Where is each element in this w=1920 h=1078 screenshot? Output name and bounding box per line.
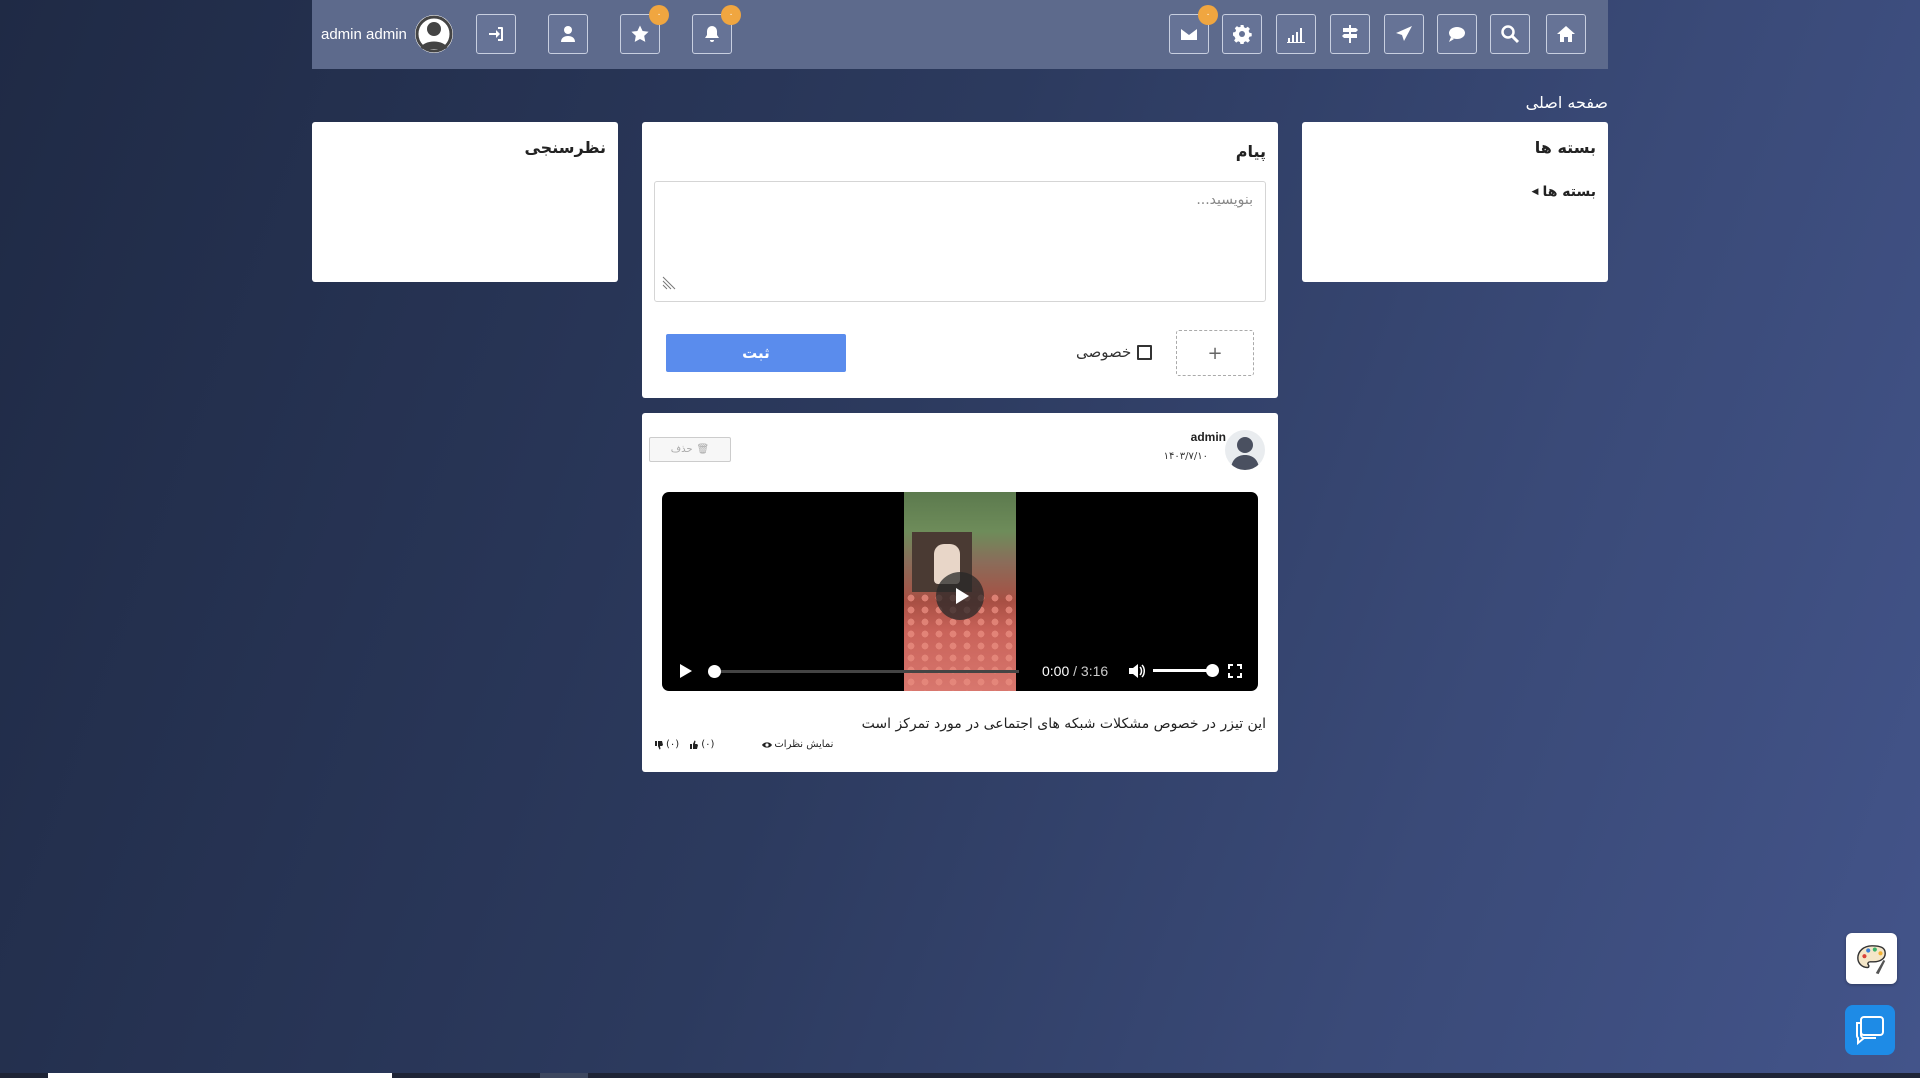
- attach-button[interactable]: +: [1176, 330, 1254, 376]
- home-icon: [1557, 26, 1575, 42]
- fullscreen-icon: [1228, 664, 1242, 678]
- bell-icon: [705, 26, 719, 42]
- chat-icon: [1449, 27, 1465, 42]
- profile-button[interactable]: [548, 14, 588, 54]
- video-time: 0:00 / 3:16: [1042, 663, 1109, 679]
- user-menu[interactable]: admin admin: [321, 14, 453, 54]
- post-actions: (۰) (۰) نمایش نظرات: [654, 739, 833, 750]
- search-button[interactable]: [1490, 14, 1530, 54]
- thumbs-down-icon: [655, 740, 663, 749]
- message-input[interactable]: [654, 181, 1266, 302]
- user-avatar-icon: [414, 15, 453, 53]
- signpost-icon: [1342, 25, 1358, 43]
- video-progress-knob[interactable]: [708, 665, 721, 678]
- video-current-time: 0:00: [1042, 663, 1070, 679]
- star-icon: [631, 25, 649, 42]
- play-icon: [955, 588, 969, 604]
- video-controls: 0:00 / 3:16: [662, 651, 1258, 691]
- caret-left-icon: ◀: [1531, 187, 1539, 197]
- video-duration: 3:16: [1080, 663, 1109, 679]
- favorites-button[interactable]: ۰: [620, 5, 669, 54]
- packages-link-label: بسته ها: [1542, 184, 1596, 200]
- post-author[interactable]: admin: [1191, 430, 1226, 444]
- eye-icon: [762, 741, 773, 748]
- thumbs-up-icon: [690, 740, 699, 749]
- trash-icon: 🗑: [696, 444, 710, 455]
- notifications-button[interactable]: ۰: [692, 5, 741, 54]
- gear-icon: [1233, 25, 1252, 44]
- volume-icon: [1129, 664, 1145, 678]
- video-play-button[interactable]: [678, 663, 694, 679]
- notifications-badge: ۰: [721, 5, 741, 25]
- messages-button[interactable]: ۰: [1169, 5, 1218, 54]
- play-icon: [680, 664, 692, 678]
- volume-button[interactable]: [1127, 662, 1145, 680]
- volume-knob[interactable]: [1206, 664, 1219, 677]
- attach-label: +: [1207, 342, 1223, 364]
- breadcrumb: صفحه اصلی: [1525, 93, 1608, 112]
- show-comments-label: نمایش نظرات: [774, 739, 834, 750]
- like-count: (۰): [701, 739, 715, 750]
- like-button[interactable]: (۰): [689, 739, 714, 750]
- fullscreen-button[interactable]: [1227, 663, 1243, 679]
- resize-grip-icon[interactable]: [662, 276, 676, 290]
- favorites-badge: ۰: [649, 5, 669, 25]
- private-checkbox[interactable]: [1137, 344, 1153, 360]
- settings-button[interactable]: [1222, 14, 1262, 54]
- messages-badge: ۰: [1198, 5, 1218, 25]
- packages-title: بسته ها: [1534, 138, 1596, 157]
- chat-bubble-icon: [1856, 1016, 1884, 1046]
- delete-label: حذف: [670, 444, 693, 455]
- directions-button[interactable]: [1330, 14, 1370, 54]
- post-date: ۱۴۰۳/۷/۱۰: [1163, 451, 1208, 462]
- dislike-count: (۰): [666, 739, 680, 750]
- user-name: admin admin: [321, 25, 407, 43]
- palette-icon: [1856, 944, 1886, 974]
- home-button[interactable]: [1546, 14, 1586, 54]
- login-icon: [489, 27, 503, 41]
- chat-button[interactable]: [1437, 14, 1477, 54]
- submit-button[interactable]: ثبت: [666, 334, 846, 372]
- video-progress-bar[interactable]: [708, 665, 1019, 678]
- user-avatar-icon: [1231, 437, 1259, 470]
- poll-title: نظرسنجی: [524, 138, 606, 157]
- volume-slider[interactable]: [1153, 664, 1219, 677]
- packages-link[interactable]: بسته ها ◀: [1532, 184, 1596, 200]
- taskbar-segment: [48, 1073, 392, 1078]
- stats-icon: [1287, 28, 1305, 43]
- support-chat-button[interactable]: [1845, 1005, 1895, 1055]
- user-icon: [561, 26, 575, 42]
- video-play-overlay-button[interactable]: [936, 572, 984, 620]
- message-title: پیام: [1235, 142, 1266, 161]
- post-avatar[interactable]: [1225, 430, 1265, 470]
- post-text: این تیزر در خصوص مشکلات شبکه های اجتماعی…: [861, 716, 1266, 732]
- send-icon: [1396, 26, 1412, 41]
- send-button[interactable]: [1384, 14, 1424, 54]
- poll-card: نظرسنجی: [312, 122, 618, 282]
- show-comments-button[interactable]: نمایش نظرات: [762, 739, 833, 750]
- video-player[interactable]: 0:00 / 3:16: [662, 492, 1258, 691]
- login-button[interactable]: [476, 14, 516, 54]
- packages-card: بسته ها: [1302, 122, 1608, 282]
- stats-button[interactable]: [1276, 14, 1316, 54]
- dislike-button[interactable]: (۰): [654, 739, 679, 750]
- theme-palette-button[interactable]: [1846, 933, 1897, 984]
- bottom-taskbar-strip: [0, 1073, 1920, 1078]
- private-label: خصوصی: [1076, 343, 1132, 361]
- taskbar-segment: [540, 1073, 588, 1078]
- delete-button[interactable]: 🗑 حذف: [649, 437, 731, 462]
- private-toggle[interactable]: خصوصی: [1076, 343, 1153, 361]
- search-icon: [1501, 25, 1520, 44]
- envelope-icon: [1181, 28, 1197, 40]
